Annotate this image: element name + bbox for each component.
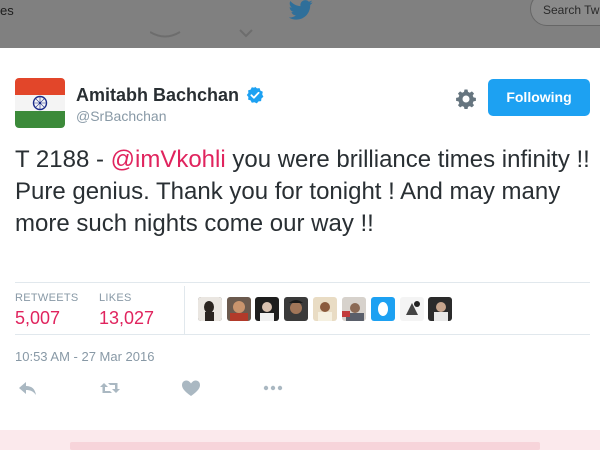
search-placeholder: Search Tw xyxy=(543,3,600,17)
verified-badge-icon xyxy=(246,86,264,104)
like-icon[interactable] xyxy=(180,378,202,398)
following-button[interactable]: Following xyxy=(488,79,590,116)
liker-avatar-image xyxy=(400,297,424,321)
gear-icon[interactable] xyxy=(456,89,476,109)
likes-label: LIKES xyxy=(99,292,132,304)
retweets-count: 5,007 xyxy=(15,308,61,328)
stats-top-divider xyxy=(15,282,590,283)
liker-avatar-image xyxy=(342,297,366,321)
avatar[interactable] xyxy=(15,78,65,128)
retweets-label: RETWEETS xyxy=(15,292,79,304)
liker-avatar[interactable] xyxy=(198,297,222,321)
liker-avatar[interactable] xyxy=(255,297,279,321)
nav-faint-icons xyxy=(150,29,253,38)
liker-avatar-image xyxy=(227,297,251,321)
nav-partial-label[interactable]: es xyxy=(0,3,14,18)
liker-avatar[interactable] xyxy=(371,297,395,321)
author-display-name[interactable]: Amitabh Bachchan xyxy=(76,85,239,106)
liker-avatar[interactable] xyxy=(400,297,424,321)
mention-link[interactable]: @imVkohli xyxy=(111,146,226,173)
likes-stat[interactable]: LIKES 13,027 xyxy=(99,292,154,329)
liker-avatar-image xyxy=(371,297,395,321)
liker-avatar[interactable] xyxy=(284,297,308,321)
liker-avatar-image xyxy=(198,297,222,321)
liker-avatar-image xyxy=(313,297,337,321)
liker-avatar[interactable] xyxy=(227,297,251,321)
tweet-card: Amitabh Bachchan @SrBachchan Following T… xyxy=(0,48,600,430)
more-icon[interactable] xyxy=(262,378,284,398)
search-input[interactable]: Search Tw xyxy=(530,0,600,26)
reply-icon[interactable] xyxy=(17,378,39,398)
stats-separator xyxy=(184,286,185,334)
liker-avatar-image xyxy=(428,297,452,321)
reply-box-edge[interactable] xyxy=(70,442,540,450)
tweet-text-prefix: T 2188 - xyxy=(15,146,111,173)
bottom-reply-strip xyxy=(0,430,600,450)
tweet-timestamp[interactable]: 10:53 AM - 27 Mar 2016 xyxy=(15,349,154,364)
liker-avatar[interactable] xyxy=(428,297,452,321)
author-handle[interactable]: @SrBachchan xyxy=(76,108,166,124)
liker-avatar[interactable] xyxy=(342,297,366,321)
indian-flag-avatar-image xyxy=(15,78,65,128)
likes-count: 13,027 xyxy=(99,308,155,328)
twitter-bird-icon[interactable] xyxy=(289,0,313,20)
top-navigation-bar: es Search Tw xyxy=(0,0,600,48)
liker-avatar-image xyxy=(284,297,308,321)
liker-avatar-image xyxy=(255,297,279,321)
liker-avatar[interactable] xyxy=(313,297,337,321)
retweet-icon[interactable] xyxy=(99,378,121,398)
stats-bottom-divider xyxy=(15,334,590,335)
retweets-stat[interactable]: RETWEETS 5,007 xyxy=(15,292,79,329)
tweet-text: T 2188 - @imVkohli you were brilliance t… xyxy=(15,144,595,240)
